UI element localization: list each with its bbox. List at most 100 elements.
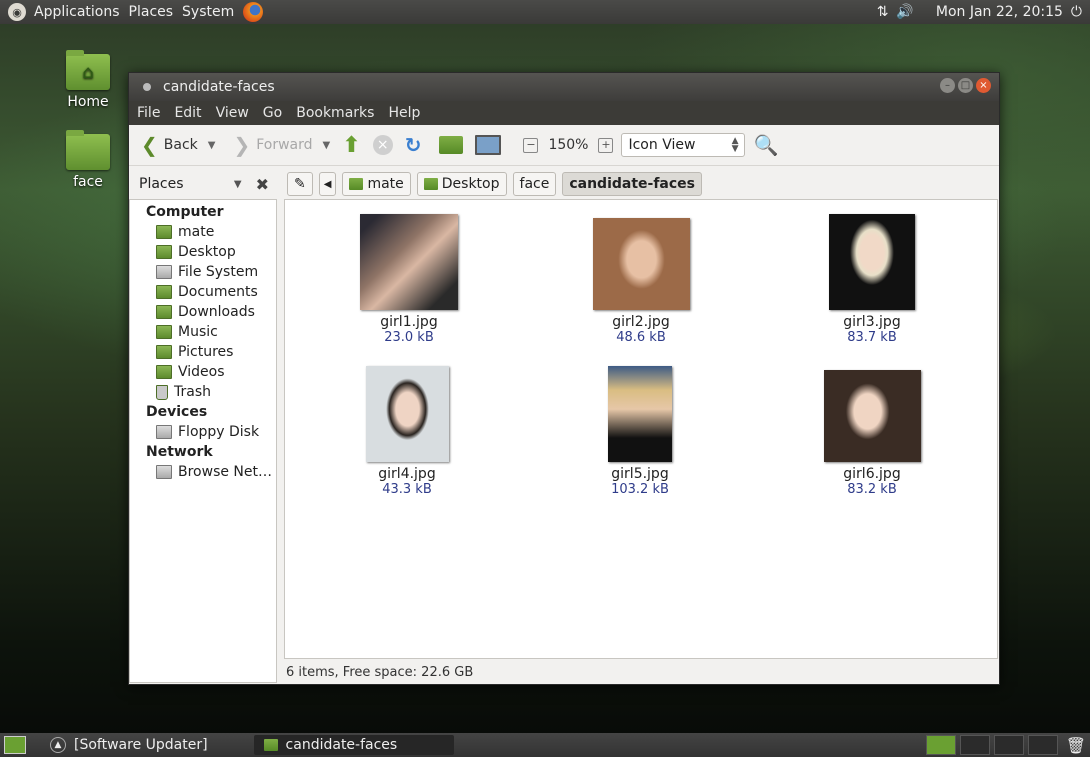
trash-icon <box>156 384 168 400</box>
home-folder-icon <box>349 178 364 190</box>
sidebar-item-mate[interactable]: mate <box>130 222 276 242</box>
file-item[interactable]: girl4.jpg 43.3 kB <box>327 366 487 497</box>
file-thumbnail <box>365 366 449 462</box>
reload-icon: ↻ <box>404 133 422 157</box>
file-item[interactable]: girl2.jpg 48.6 kB <box>561 218 721 345</box>
volume-icon[interactable]: 🔊 <box>896 4 913 20</box>
places-sidebar: Computer mate Desktop File System Docume… <box>129 199 277 683</box>
zoom-in-button[interactable]: + <box>598 137 614 153</box>
sidebar-item-music[interactable]: Music <box>130 322 276 342</box>
sidebar-item-file-system[interactable]: File System <box>130 262 276 282</box>
menu-help[interactable]: Help <box>388 105 420 121</box>
window-title: candidate-faces <box>163 79 275 95</box>
file-item[interactable]: girl5.jpg 103.2 kB <box>560 366 720 497</box>
zoom-control: − 150% + <box>519 135 617 155</box>
edit-location-button[interactable]: ✎ <box>287 172 313 196</box>
minimize-button[interactable]: – <box>940 78 955 93</box>
file-thumbnail <box>823 370 921 462</box>
task-software-updater[interactable]: ▲ [Software Updater] <box>40 735 218 755</box>
search-button[interactable]: 🔍 <box>749 131 782 159</box>
reload-button[interactable]: ↻ <box>401 131 426 159</box>
file-thumbnail <box>608 366 672 462</box>
sidebar-item-downloads[interactable]: Downloads <box>130 302 276 322</box>
path-button-desktop[interactable]: Desktop <box>416 172 507 196</box>
desktop-face-label: face <box>73 174 103 190</box>
forward-label: Forward <box>256 137 313 153</box>
file-name: girl4.jpg <box>378 466 436 482</box>
workspace-3[interactable] <box>993 735 1024 755</box>
view-mode-select[interactable]: Icon View ▲ ▼ <box>621 133 746 157</box>
file-name: girl3.jpg <box>843 314 901 330</box>
window-titlebar[interactable]: candidate-faces – □ × <box>129 73 999 101</box>
system-menu[interactable]: System <box>182 4 234 20</box>
power-icon[interactable]: ⏻ <box>1071 4 1082 20</box>
chevron-down-icon[interactable]: ▼ <box>234 179 242 190</box>
desktop-home-label: Home <box>67 94 109 110</box>
path-button-candidate-faces[interactable]: candidate-faces <box>562 172 703 196</box>
workspace-2[interactable] <box>959 735 990 755</box>
drive-icon <box>156 265 172 279</box>
menu-bookmarks[interactable]: Bookmarks <box>296 105 374 121</box>
pictures-folder-icon <box>156 345 172 359</box>
sidebar-selector-label: Places <box>139 176 184 192</box>
home-button[interactable] <box>435 134 467 156</box>
path-button-mate[interactable]: mate <box>342 172 411 196</box>
workspace-1[interactable] <box>925 735 956 755</box>
window-menu-icon[interactable] <box>143 83 151 91</box>
sidebar-item-browse-network[interactable]: Browse Net… <box>130 462 276 482</box>
forward-dropdown-icon[interactable]: ▼ <box>323 140 331 151</box>
file-item[interactable]: girl3.jpg 83.7 kB <box>792 214 952 345</box>
menu-go[interactable]: Go <box>263 105 282 121</box>
close-sidebar-icon[interactable]: ✖ <box>256 175 269 194</box>
path-label: Desktop <box>441 176 500 192</box>
file-size: 83.2 kB <box>847 482 897 497</box>
zoom-out-button[interactable]: − <box>523 137 539 153</box>
location-bar: Places ▼ ✖ ✎ ◀ mate Desktop face candida… <box>129 166 999 202</box>
clock[interactable]: Mon Jan 22, 20:15 <box>936 4 1063 20</box>
sidebar-item-pictures[interactable]: Pictures <box>130 342 276 362</box>
applications-menu[interactable]: Applications <box>34 4 120 20</box>
menu-view[interactable]: View <box>216 105 249 121</box>
menubar: File Edit View Go Bookmarks Help <box>129 101 999 125</box>
sidebar-item-floppy[interactable]: Floppy Disk <box>130 422 276 442</box>
floppy-icon <box>156 425 172 439</box>
zoom-level[interactable]: 150% <box>548 137 588 153</box>
task-candidate-faces[interactable]: candidate-faces <box>253 735 454 755</box>
workspace-4[interactable] <box>1027 735 1058 755</box>
desktop-home-icon[interactable]: ⌂ Home <box>58 50 118 110</box>
file-item[interactable]: girl1.jpg 23.0 kB <box>329 214 489 345</box>
places-menu[interactable]: Places <box>129 4 174 20</box>
sidebar-item-videos[interactable]: Videos <box>130 362 276 382</box>
firefox-icon[interactable] <box>243 2 264 22</box>
sidebar-item-desktop[interactable]: Desktop <box>130 242 276 262</box>
sidebar-item-documents[interactable]: Documents <box>130 282 276 302</box>
desktop-folder-icon <box>156 245 172 259</box>
file-size: 83.7 kB <box>847 330 897 345</box>
back-button[interactable]: ❮ Back ▼ <box>137 131 219 159</box>
sidebar-item-trash[interactable]: Trash <box>130 382 276 402</box>
network-icon[interactable]: ⇅ <box>877 4 889 20</box>
computer-button[interactable] <box>471 133 505 157</box>
menu-file[interactable]: File <box>137 105 160 121</box>
folder-icon <box>263 739 278 751</box>
up-button[interactable]: ⬆ <box>338 131 364 160</box>
path-button-face[interactable]: face <box>512 172 557 196</box>
path-scroll-left-button[interactable]: ◀ <box>318 172 337 196</box>
menu-edit[interactable]: Edit <box>174 105 201 121</box>
mate-logo-icon[interactable]: ◉ <box>8 3 26 21</box>
file-item[interactable]: girl6.jpg 83.2 kB <box>792 370 952 497</box>
sidebar-selector[interactable]: Places ▼ ✖ <box>129 175 269 194</box>
sidebar-item-label: Videos <box>178 364 225 380</box>
stop-icon: × <box>372 135 393 155</box>
trash-icon[interactable]: 🗑 <box>1066 736 1086 755</box>
stop-button[interactable]: × <box>369 133 397 157</box>
file-icon-view[interactable]: girl1.jpg 23.0 kB girl2.jpg 48.6 kB girl… <box>284 199 998 659</box>
show-desktop-icon[interactable] <box>4 736 26 754</box>
file-thumbnail <box>592 218 690 310</box>
file-size: 103.2 kB <box>611 482 669 497</box>
close-button[interactable]: × <box>976 78 991 93</box>
maximize-button[interactable]: □ <box>958 78 973 93</box>
forward-button[interactable]: ❯ Forward ▼ <box>229 131 334 159</box>
back-dropdown-icon[interactable]: ▼ <box>208 140 216 151</box>
desktop-face-icon[interactable]: face <box>58 130 118 190</box>
